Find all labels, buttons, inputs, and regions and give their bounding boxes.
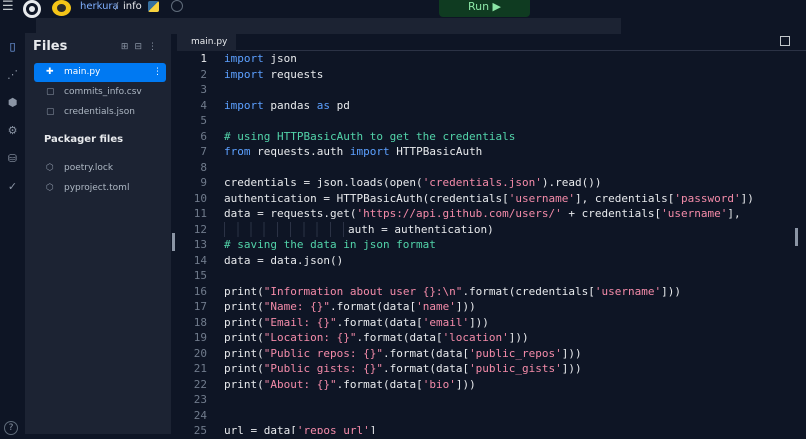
code-line-10: authentication = HTTPBasicAuth(credentia… xyxy=(224,191,754,205)
settings-icon[interactable]: ⚙ xyxy=(6,124,19,137)
indent-guides xyxy=(224,221,348,237)
code-line-6: # using HTTPBasicAuth to get the credent… xyxy=(224,129,516,143)
code-line-20: print("Public repos: {}".format(data['pu… xyxy=(224,346,582,360)
code-line-17: print("Name: {}".format(data['name'])) xyxy=(224,300,476,313)
python-file-icon: ✚ xyxy=(46,67,54,77)
replit-logo-icon[interactable] xyxy=(23,0,41,18)
line-number: 12 xyxy=(193,222,207,236)
line-number: 22 xyxy=(193,377,207,391)
username-link[interactable]: herkura xyxy=(80,1,119,12)
code-line-9: credentials = json.loads(open('credentia… xyxy=(224,176,602,189)
code-line-25: url = data['repos_url'] xyxy=(224,424,377,434)
file-actions: ⊞⊟⋮ xyxy=(121,42,163,52)
code-line-7: from requests.auth import HTTPBasicAuth xyxy=(224,145,483,158)
code-line-14: data = data.json() xyxy=(224,253,344,267)
line-number: 14 xyxy=(193,253,207,267)
current-line-highlight xyxy=(36,18,621,34)
file-item-poetry-lock[interactable]: ⬡ poetry.lock xyxy=(34,159,166,178)
file-name: poetry.lock xyxy=(64,163,114,173)
code-line-16: print("Information about user {}:\n".for… xyxy=(224,284,681,298)
line-number: 1 xyxy=(200,52,207,65)
more-icon[interactable]: ⋮ xyxy=(148,42,163,52)
line-number: 13 xyxy=(193,238,207,251)
packages-icon[interactable]: ⬢ xyxy=(6,96,19,109)
file-name: commits_info.csv xyxy=(64,87,142,97)
history-icon[interactable] xyxy=(171,0,183,12)
line-number: 9 xyxy=(200,176,207,189)
file-name: credentials.json xyxy=(64,107,135,117)
tab-main-py[interactable]: main.py xyxy=(177,33,236,51)
python-language-icon xyxy=(148,1,159,12)
line-number: 2 xyxy=(200,67,207,81)
line-number: 6 xyxy=(200,129,207,143)
line-number: 8 xyxy=(200,160,207,174)
line-number: 7 xyxy=(200,145,207,158)
hamburger-menu-icon[interactable]: ☰ xyxy=(2,0,14,13)
line-number: 11 xyxy=(193,207,207,220)
top-bar: ☰ herkura / info xyxy=(0,0,806,20)
line-number: 18 xyxy=(193,315,207,329)
code-line-19: print("Location: {}".format(data['locati… xyxy=(224,331,529,344)
package-icon: ⬡ xyxy=(46,163,54,173)
file-item-main-py[interactable]: ✚ main.py ⋮ xyxy=(34,63,166,82)
left-rail: ▯ ⋰ ⬢ ⚙ ⛁ ✓ ? xyxy=(0,33,25,435)
files-title: Files xyxy=(33,39,68,54)
code-line-21: print("Public gists: {}".format(data['pu… xyxy=(224,362,582,375)
run-button[interactable]: Run ▶ xyxy=(439,0,530,17)
file-name: main.py xyxy=(64,67,101,77)
file-icon: ▢ xyxy=(46,87,55,97)
line-number: 17 xyxy=(193,300,207,313)
help-icon[interactable]: ? xyxy=(4,421,18,435)
new-folder-icon[interactable]: ⊟ xyxy=(134,42,148,52)
repl-name[interactable]: info xyxy=(123,1,142,12)
line-number: 3 xyxy=(200,83,207,96)
code-line-11: data = requests.get('https://api.github.… xyxy=(224,207,741,220)
line-number-gutter: 1 2 3 4 5 6 7 8 9 10 11 12 13 14 15 16 17 18 19 20 21 22 23 24 2… xyxy=(177,51,213,437)
code-line-2: import requests xyxy=(224,67,324,81)
file-item-commits-info[interactable]: ▢ commits_info.csv xyxy=(34,83,166,102)
line-number: 25 xyxy=(193,424,207,437)
check-icon[interactable]: ✓ xyxy=(6,180,19,193)
file-item-pyproject[interactable]: ⬡ pyproject.toml xyxy=(34,179,166,198)
editor-layout-icon[interactable] xyxy=(780,36,790,46)
code-line-4: import pandas as pd xyxy=(224,98,350,112)
files-icon[interactable]: ▯ xyxy=(6,40,19,53)
editor-tab-bar: main.py xyxy=(177,33,806,51)
line-number: 21 xyxy=(193,362,207,375)
code-area[interactable]: import json import requests import panda… xyxy=(224,51,799,434)
file-name: pyproject.toml xyxy=(64,183,130,193)
code-line-1: import json xyxy=(224,52,297,65)
files-sidebar: Files ⊞⊟⋮ ✚ main.py ⋮ ▢ commits_info.csv… xyxy=(25,33,171,434)
code-line-12: auth = authentication) xyxy=(224,221,494,237)
new-file-icon[interactable]: ⊞ xyxy=(121,42,135,52)
file-icon: ▢ xyxy=(46,107,55,117)
line-number: 19 xyxy=(193,331,207,344)
editor-scrollbar[interactable] xyxy=(795,228,798,246)
packager-files-title: Packager files xyxy=(44,134,124,145)
line-number: 4 xyxy=(200,98,207,112)
code-line-18: print("Email: {}".format(data['email'])) xyxy=(224,315,489,329)
line-number: 20 xyxy=(193,346,207,360)
file-item-credentials[interactable]: ▢ credentials.json xyxy=(34,103,166,122)
line-number: 5 xyxy=(200,114,207,127)
code-line-13: # saving the data in json format xyxy=(224,238,436,251)
line-number: 16 xyxy=(193,284,207,298)
package-icon: ⬡ xyxy=(46,183,54,193)
breadcrumb-separator: / xyxy=(115,1,119,12)
line-number: 23 xyxy=(193,393,207,406)
line-number: 15 xyxy=(193,269,207,282)
file-options-icon[interactable]: ⋮ xyxy=(153,63,162,82)
database-icon[interactable]: ⛁ xyxy=(6,152,19,165)
code-line-22: print("About: {}".format(data['bio'])) xyxy=(224,377,476,391)
share-icon[interactable]: ⋰ xyxy=(6,68,19,81)
line-number: 24 xyxy=(193,408,207,422)
user-avatar[interactable] xyxy=(52,0,71,16)
line-number: 10 xyxy=(193,191,207,205)
